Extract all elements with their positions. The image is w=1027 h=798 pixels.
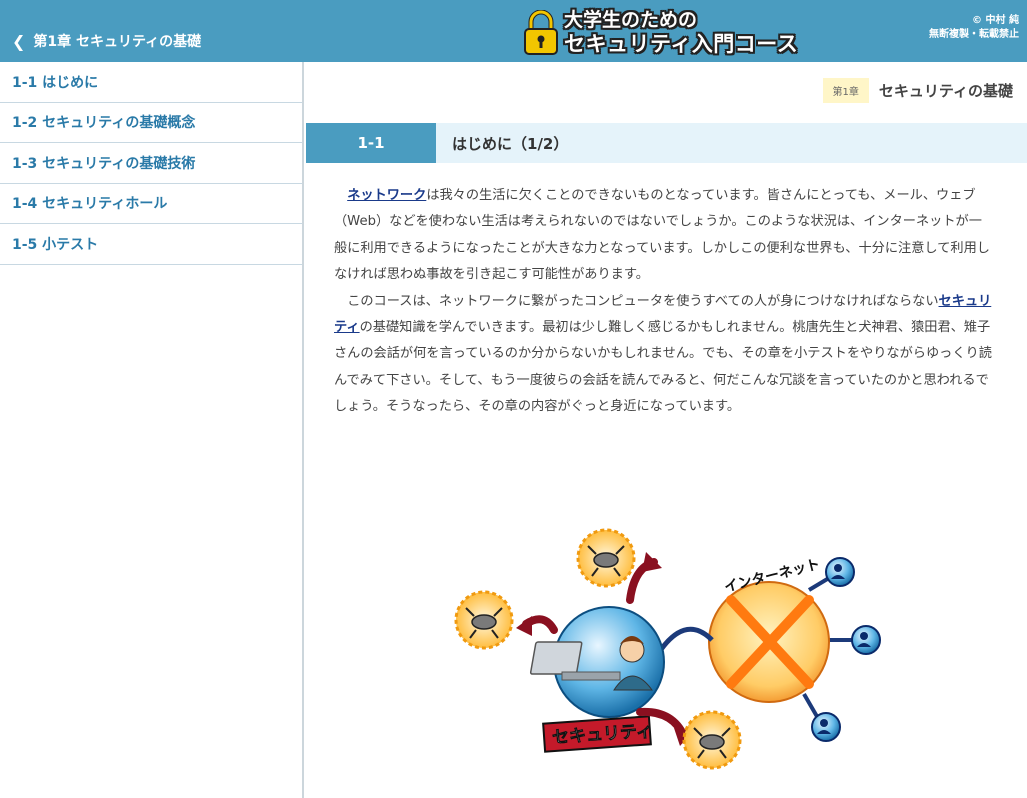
paragraph-1: ネットワークは我々の生活に欠くことのできないものとなっています。皆さんにとっても…	[334, 183, 994, 289]
glossary-link-network[interactable]: ネットワーク	[347, 188, 426, 203]
sidebar-item-1-2[interactable]: 1-2 セキュリティの基礎概念	[0, 103, 302, 143]
virus-icon	[454, 590, 514, 650]
copyright-notice: © 中村 純 無断複製・転載禁止	[929, 14, 1019, 42]
back-label: 第1章 セキュリティの基礎	[33, 34, 202, 50]
section-title: はじめに（1/2）	[452, 134, 569, 153]
paragraph-2-text-a: このコースは、ネットワークに繋がったコンピュータを使うすべての人が身につけなけれ…	[347, 293, 939, 309]
connection-arc	[653, 626, 714, 659]
sidebar-item-1-3[interactable]: 1-3 セキュリティの基礎技術	[0, 143, 302, 184]
section-header: 1-1 はじめに（1/2）	[306, 123, 1027, 163]
internet-globe	[708, 581, 830, 703]
user-node-icon	[825, 557, 855, 587]
copyright-restriction: 無断複製・転載禁止	[929, 29, 1019, 40]
security-illustration: インターネット セキュリティ	[454, 528, 881, 770]
back-to-chapter-button[interactable]: ❮ 第1章 セキュリティの基礎	[0, 0, 304, 62]
sidebar-item-label: 1-5 小テスト	[12, 236, 99, 253]
course-logo: 大学生のための セキュリティ入門コース	[522, 2, 822, 60]
lesson-text: ネットワークは我々の生活に欠くことのできないものとなっています。皆さんにとっても…	[334, 183, 994, 421]
logo-title-line2: セキュリティ入門コース	[564, 32, 799, 56]
chapter-badge: 第1章	[822, 78, 869, 103]
sidebar-item-label: 1-2 セキュリティの基礎概念	[12, 115, 196, 132]
sidebar-nav: 1-1 はじめに 1-2 セキュリティの基礎概念 1-3 セキュリティの基礎技術…	[0, 62, 304, 798]
virus-icon	[576, 528, 636, 588]
sidebar-item-label: 1-3 セキュリティの基礎技術	[12, 155, 196, 172]
top-bar: ❮ 第1章 セキュリティの基礎 大学生のための セキュリティ入門コース © 中村…	[0, 0, 1027, 62]
sidebar-item-label: 1-1 はじめに	[12, 74, 99, 91]
paragraph-2-text-b: の基礎知識を学んでいきます。最初は少し難しく感じるかもしれません。桃唐先生と犬神…	[334, 320, 992, 415]
user-node-icon	[811, 712, 841, 742]
sidebar-item-label: 1-4 セキュリティホール	[12, 196, 168, 213]
padlock-icon	[524, 10, 558, 55]
chevron-left-icon: ❮	[12, 31, 26, 51]
paragraph-2: このコースは、ネットワークに繋がったコンピュータを使うすべての人が身につけなけれ…	[334, 289, 994, 421]
chapter-heading: 第1章 セキュリティの基礎	[822, 78, 1013, 103]
security-badge: セキュリティ	[542, 715, 654, 753]
main-content: 第1章 セキュリティの基礎 1-1 はじめに（1/2） ネットワークは我々の生活…	[306, 62, 1027, 798]
sidebar-item-1-4[interactable]: 1-4 セキュリティホール	[0, 184, 302, 224]
sidebar-item-1-1[interactable]: 1-1 はじめに	[0, 62, 302, 103]
user-node-icon	[851, 625, 881, 655]
section-number: 1-1	[306, 123, 436, 163]
copyright-author: © 中村 純	[972, 15, 1019, 26]
virus-icon	[682, 710, 742, 770]
sidebar-item-1-5[interactable]: 1-5 小テスト	[0, 224, 302, 265]
chapter-title: セキュリティの基礎	[878, 82, 1013, 100]
paragraph-1-text: は我々の生活に欠くことのできないものとなっています。皆さんにとっても、メール、ウ…	[334, 188, 990, 283]
